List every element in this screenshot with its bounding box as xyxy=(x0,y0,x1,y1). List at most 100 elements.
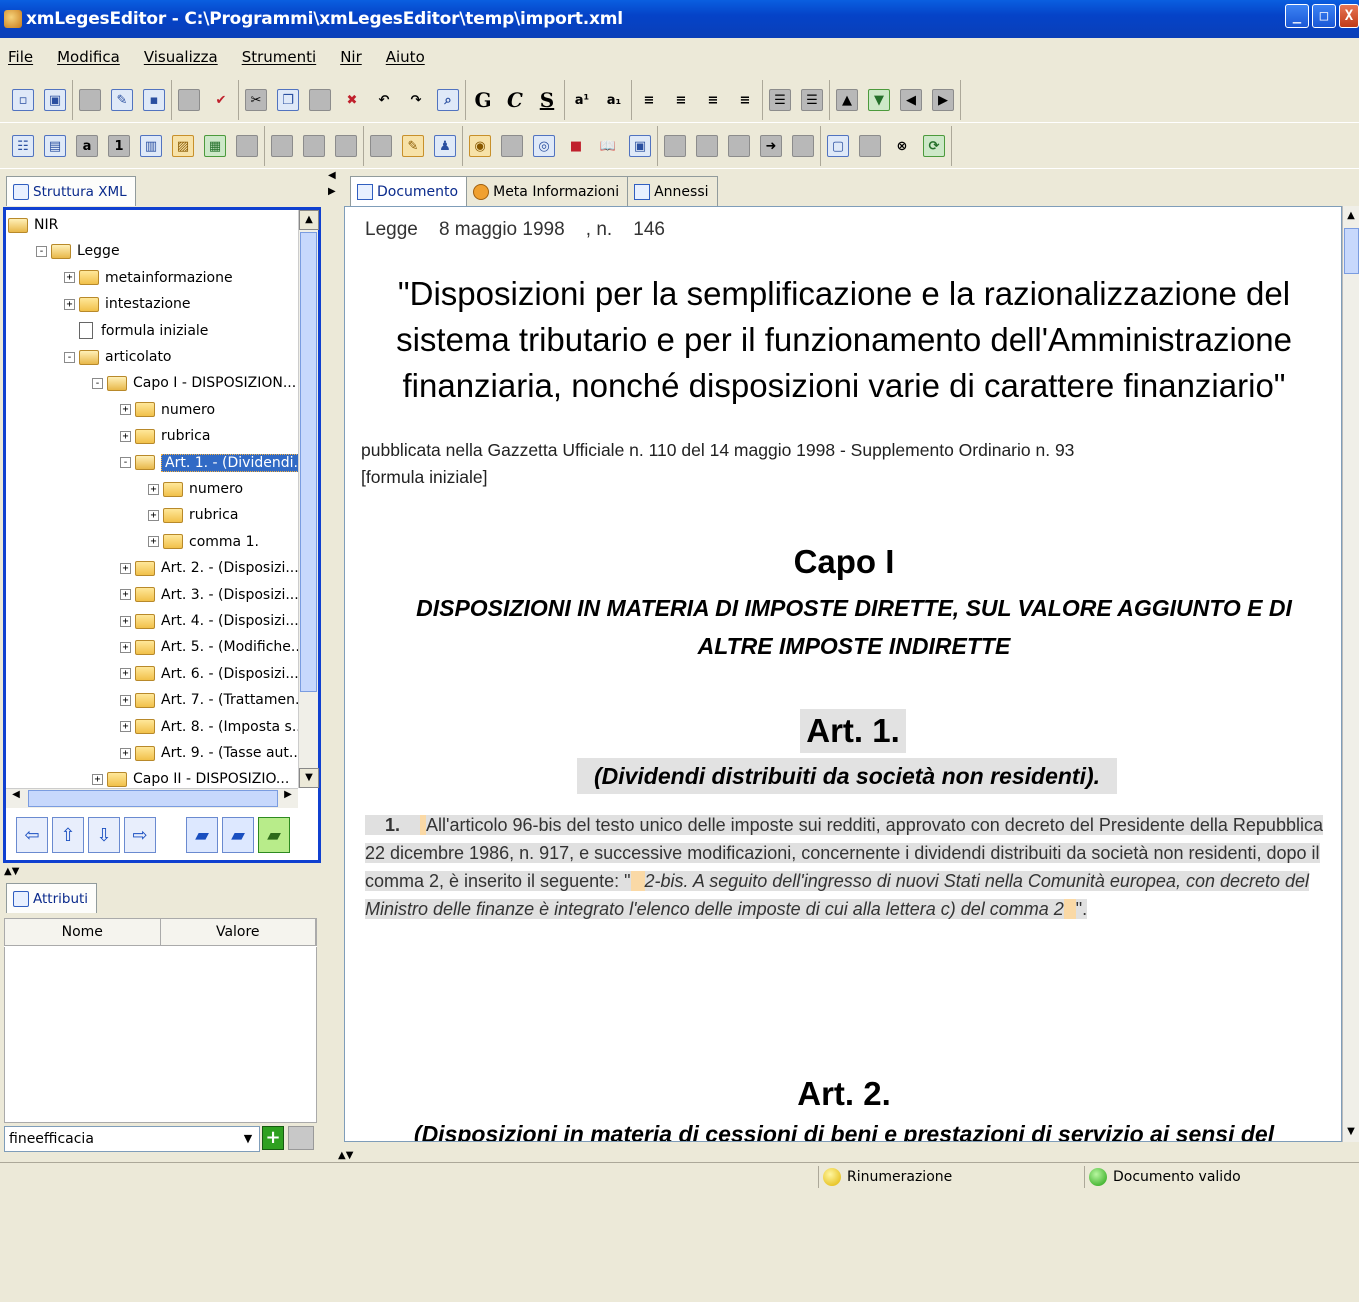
tree-node[interactable]: + numero xyxy=(120,399,215,421)
camera-icon[interactable] xyxy=(501,135,523,157)
circle-icon[interactable]: ◎ xyxy=(533,135,555,157)
splitter-bottom-icon[interactable]: ▲▼ xyxy=(338,1150,353,1161)
table-icon[interactable]: ▦ xyxy=(204,135,226,157)
article-1-heading[interactable]: Art. 1. xyxy=(800,709,906,753)
expand-right-icon[interactable]: ▶ xyxy=(328,186,336,197)
expand-icon[interactable]: + xyxy=(148,509,159,521)
paste-icon[interactable] xyxy=(309,89,331,111)
menu-file[interactable]: File xyxy=(8,48,33,66)
italic-button[interactable]: C xyxy=(504,88,526,112)
menu-strumenti[interactable]: Strumenti xyxy=(242,48,316,66)
expand-icon[interactable]: + xyxy=(120,721,131,733)
tree-node[interactable]: + Art. 6. - (Disposizi... xyxy=(120,663,298,685)
expand-icon[interactable]: + xyxy=(120,747,131,759)
tree-node[interactable]: + rubrica xyxy=(120,425,210,447)
vertical-splitter[interactable]: ◀ ▶ ▲▼ xyxy=(326,170,353,1161)
tree-node[interactable]: + Art. 2. - (Disposizi... xyxy=(120,557,298,579)
calendar-icon[interactable]: ▣ xyxy=(629,135,651,157)
page-icon[interactable]: ▥ xyxy=(140,135,162,157)
column-nome[interactable]: Nome xyxy=(5,919,161,945)
idea-icon[interactable]: ◉ xyxy=(469,135,491,157)
save-icon[interactable] xyxy=(79,89,101,111)
book-icon[interactable]: 📖 xyxy=(597,135,619,157)
expand-icon[interactable]: + xyxy=(120,694,131,706)
cut-icon[interactable]: ✂ xyxy=(245,89,267,111)
tree-vertical-scrollbar[interactable]: ▲ ▼ xyxy=(298,210,319,788)
edit-disabled-icon[interactable] xyxy=(236,135,258,157)
collapse-icon[interactable]: - xyxy=(120,457,131,469)
xml-tree[interactable]: NIR - Legge + metainformazione + intestazione f… xyxy=(6,210,298,788)
tools-icon[interactable]: ✎ xyxy=(402,135,424,157)
document-view[interactable]: Legge 8 maggio 1998 , n. 146 "Disposizio… xyxy=(344,206,1342,1142)
collapse-icon[interactable]: - xyxy=(36,245,47,257)
window2-icon[interactable] xyxy=(859,135,881,157)
folder-icon[interactable]: ▰ xyxy=(222,817,254,853)
doc-scroll-down-icon[interactable]: ▼ xyxy=(1343,1122,1359,1142)
comma-1[interactable]: 1. All'articolo 96-bis del testo unico de… xyxy=(365,811,1325,923)
tree-node[interactable]: + Art. 4. - (Disposizi... xyxy=(120,610,298,632)
underline-button[interactable]: S xyxy=(536,88,558,112)
gazzetta-text[interactable]: pubblicata nella Gazzetta Ufficiale n. 1… xyxy=(361,437,1074,464)
tree-node[interactable]: - articolato xyxy=(64,346,172,368)
panel-splitter[interactable]: ▲▼ xyxy=(0,866,326,878)
tree-node[interactable]: + comma 1. xyxy=(148,531,259,553)
expand-icon[interactable]: + xyxy=(120,562,131,574)
column-valore[interactable]: Valore xyxy=(161,919,316,945)
undo-icon[interactable]: ↶ xyxy=(373,89,395,111)
stop-icon[interactable]: ⊗ xyxy=(891,135,913,157)
scroll-thumb[interactable] xyxy=(300,232,317,692)
note-a-icon[interactable]: a xyxy=(76,135,98,157)
expand-icon[interactable]: + xyxy=(92,773,103,785)
menu-nir[interactable]: Nir xyxy=(340,48,362,66)
delete-icon[interactable]: ✖ xyxy=(341,89,363,111)
open-document-icon[interactable]: ▣ xyxy=(44,89,66,111)
attribute-combo[interactable]: fineefficacia ▼ xyxy=(4,1126,260,1152)
tab-annessi[interactable]: Annessi xyxy=(627,176,718,206)
block-icon[interactable] xyxy=(271,135,293,157)
nav-left-arrow-icon[interactable]: ⇦ xyxy=(16,817,48,853)
article-2-heading[interactable]: Art. 2. xyxy=(345,1075,1341,1113)
move-left-icon[interactable]: ◀ xyxy=(900,89,922,111)
hscroll-thumb[interactable] xyxy=(28,790,278,807)
stack-icon[interactable] xyxy=(728,135,750,157)
expand-icon[interactable]: + xyxy=(120,641,131,653)
tab-attributi[interactable]: Attributi xyxy=(6,883,98,913)
tree-node[interactable]: + Art. 3. - (Disposizi... xyxy=(120,584,298,606)
tree-node[interactable]: + Capo II - DISPOSIZIO... xyxy=(92,768,289,788)
align-right-icon[interactable]: ≡ xyxy=(702,89,724,111)
tab-meta-informazioni[interactable]: Meta Informazioni xyxy=(466,176,629,206)
redo-icon[interactable]: ↷ xyxy=(405,89,427,111)
move-down-icon[interactable]: ▼ xyxy=(868,89,890,111)
edit-save-icon[interactable]: ✎ xyxy=(111,89,133,111)
folder-green-icon[interactable]: ▰ xyxy=(258,817,290,853)
nav-right-arrow-icon[interactable]: ⇨ xyxy=(124,817,156,853)
expand-icon[interactable]: + xyxy=(64,298,75,310)
collapse-left-icon[interactable]: ◀ xyxy=(328,170,336,181)
tree-node[interactable]: + intestazione xyxy=(64,293,191,315)
capo-description[interactable]: DISPOSIZIONI IN MATERIA DI IMPOSTE DIRET… xyxy=(365,589,1341,665)
export-icon[interactable] xyxy=(664,135,686,157)
tree-node[interactable]: + Art. 5. - (Modifiche... xyxy=(120,636,298,658)
document-icon[interactable]: ▤ xyxy=(44,135,66,157)
capo-heading[interactable]: Capo I xyxy=(345,543,1341,581)
tree-node[interactable]: - Legge xyxy=(36,240,120,262)
doc-scroll-thumb[interactable] xyxy=(1344,228,1359,274)
expand-icon[interactable]: + xyxy=(120,404,131,416)
formula-iniziale[interactable]: [formula iniziale] xyxy=(361,464,1074,491)
expand-icon[interactable]: + xyxy=(120,589,131,601)
grid-icon[interactable] xyxy=(335,135,357,157)
tree-node[interactable]: formula iniziale xyxy=(64,320,208,342)
tree-node[interactable]: NIR xyxy=(8,214,58,236)
bullet-list-icon[interactable]: ☰ xyxy=(801,89,823,111)
expand-icon[interactable]: + xyxy=(120,668,131,680)
chevron-down-icon[interactable]: ▼ xyxy=(239,1129,257,1149)
nav-up-arrow-icon[interactable]: ⇧ xyxy=(52,817,84,853)
collapse-icon[interactable]: - xyxy=(92,377,103,389)
refresh-icon[interactable]: ⟳ xyxy=(923,135,945,157)
scroll-left-arrow-icon[interactable]: ◀ xyxy=(6,789,26,807)
save-as-icon[interactable]: ▪ xyxy=(143,89,165,111)
expand-icon[interactable]: + xyxy=(148,536,159,548)
arrow-in-icon[interactable]: ➜ xyxy=(760,135,782,157)
new-document-icon[interactable]: ▫ xyxy=(12,89,34,111)
add-attribute-button[interactable]: + xyxy=(262,1126,284,1150)
